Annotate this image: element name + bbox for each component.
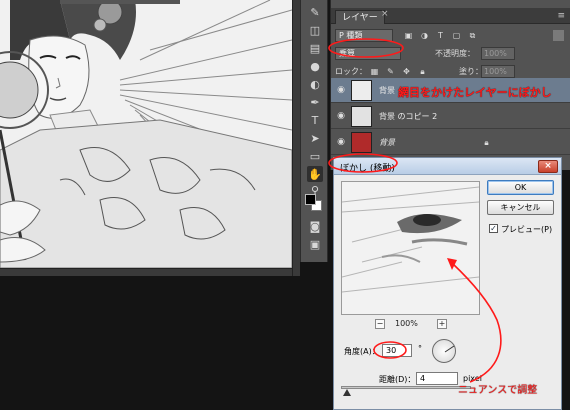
layer-row-2[interactable]: ◉ 背景 のコピー 2 bbox=[331, 104, 570, 129]
visibility-eye-icon[interactable]: ◉ bbox=[335, 84, 347, 96]
layer-name: 背景 bbox=[379, 138, 395, 147]
fill-label: 塗り： bbox=[459, 67, 483, 76]
foreground-color-swatch[interactable] bbox=[305, 194, 316, 205]
sketch-artwork bbox=[0, 0, 292, 268]
opacity-label: 不透明度： bbox=[435, 49, 475, 58]
tab-layers-label: レイヤー bbox=[342, 13, 378, 23]
layer-name: 背景 bbox=[379, 86, 395, 95]
layer-thumbnail bbox=[351, 106, 372, 127]
layer-thumbnail bbox=[351, 132, 372, 153]
zoom-in-button[interactable]: + bbox=[437, 319, 447, 329]
document-canvas[interactable] bbox=[0, 0, 292, 268]
fill-input[interactable]: 100% bbox=[481, 65, 515, 78]
angle-label: 角度(A)： bbox=[344, 347, 380, 356]
tab-close-icon[interactable]: × bbox=[381, 9, 389, 19]
layer-row-3[interactable]: ◉ 背景 🔒︎ bbox=[331, 130, 570, 155]
hand-icon[interactable]: ✋ bbox=[307, 166, 323, 182]
eraser-icon[interactable]: ◫ bbox=[307, 22, 323, 38]
motion-blur-dialog: ぼかし (移動) × − 100% + OK キャンセル ✓ プレビュー(P) … bbox=[333, 157, 562, 410]
filter-kind-select[interactable]: P 種類 bbox=[335, 29, 393, 42]
visibility-eye-icon[interactable]: ◉ bbox=[335, 136, 347, 148]
type-icon[interactable]: T bbox=[307, 112, 323, 128]
opacity-input[interactable]: 100% bbox=[481, 47, 515, 60]
quick-mask-icon[interactable]: ◙ bbox=[307, 218, 323, 234]
layer-name: 背景 のコピー 2 bbox=[379, 112, 438, 121]
gradient-icon[interactable]: ▤ bbox=[307, 40, 323, 56]
distance-input[interactable]: 4 bbox=[416, 372, 458, 385]
blend-mode-select[interactable]: 乗算 bbox=[335, 47, 401, 60]
path-select-icon[interactable]: ➤ bbox=[307, 130, 323, 146]
history-brush-icon[interactable]: ✎ bbox=[307, 4, 323, 20]
shape-filter-icon[interactable]: ▢ bbox=[451, 30, 462, 41]
lock-position-icon[interactable]: ✥ bbox=[401, 66, 412, 77]
angle-dial[interactable] bbox=[432, 339, 456, 363]
angle-input[interactable]: 30 bbox=[382, 344, 412, 357]
nuance-note-annotation: ニュアンスで調整 bbox=[458, 385, 538, 396]
distance-slider[interactable] bbox=[341, 386, 471, 389]
blur-preview[interactable] bbox=[341, 181, 480, 315]
dialog-title-bar[interactable]: ぼかし (移動) × bbox=[334, 158, 561, 175]
lock-transparent-icon[interactable]: ▦ bbox=[369, 66, 380, 77]
panel-tab-bar: レイヤー × ≡ bbox=[331, 8, 570, 24]
adjustment-filter-icon[interactable]: ◑ bbox=[419, 30, 430, 41]
lock-image-icon[interactable]: ✎ bbox=[385, 66, 396, 77]
screen-mode-icon[interactable]: ▣ bbox=[307, 236, 323, 252]
preview-checkbox[interactable]: ✓ bbox=[489, 224, 498, 233]
dialog-title: ぼかし (移動) bbox=[340, 164, 395, 174]
pen-icon[interactable]: ✒ bbox=[307, 94, 323, 110]
zoom-out-button[interactable]: − bbox=[375, 319, 385, 329]
layer-thumbnail bbox=[351, 80, 372, 101]
layer-lock-icon: 🔒︎ bbox=[484, 138, 489, 147]
zoom-level: 100% bbox=[395, 319, 418, 328]
visibility-eye-icon[interactable]: ◉ bbox=[335, 110, 347, 122]
blur-drop-icon[interactable]: ● bbox=[307, 58, 323, 74]
horizontal-scrollbar[interactable] bbox=[0, 268, 292, 276]
smart-object-filter-icon[interactable]: ⧉ bbox=[467, 30, 478, 41]
cancel-button[interactable]: キャンセル bbox=[487, 200, 554, 215]
vertical-scrollbar[interactable] bbox=[292, 0, 300, 276]
distance-label: 距離(D)： bbox=[379, 375, 416, 384]
tab-layers[interactable]: レイヤー bbox=[335, 10, 385, 24]
image-filter-icon[interactable]: ▣ bbox=[403, 30, 414, 41]
preview-checkbox-label: プレビュー(P) bbox=[501, 225, 553, 234]
filter-toggle-icon[interactable] bbox=[553, 30, 564, 41]
ok-button[interactable]: OK bbox=[487, 180, 554, 195]
lock-label: ロック： bbox=[335, 67, 367, 76]
type-filter-icon[interactable]: T bbox=[435, 30, 446, 41]
preview-image bbox=[342, 182, 479, 314]
blend-opacity-row: 乗算 不透明度： 100% bbox=[331, 44, 570, 64]
distance-slider-thumb[interactable] bbox=[343, 389, 351, 396]
panel-menu-icon[interactable]: ≡ bbox=[557, 11, 565, 21]
close-icon[interactable]: × bbox=[538, 160, 558, 173]
layer-note-annotation: 網目をかけたレイヤーにぼかし bbox=[398, 86, 552, 99]
dodge-icon[interactable]: ◐ bbox=[307, 76, 323, 92]
tools-panel: ✎ ◫ ▤ ● ◐ ✒ T ➤ ▭ ✋ ⚲ ◙ ▣ bbox=[300, 0, 328, 262]
layer-filter-row: P 種類 ▣ ◑ T ▢ ⧉ bbox=[331, 26, 570, 46]
angle-unit: ° bbox=[418, 344, 422, 353]
rectangle-shape-icon[interactable]: ▭ bbox=[307, 148, 323, 164]
preview-zoom-row: − 100% + bbox=[341, 319, 480, 331]
canvas-title-strip bbox=[60, 0, 180, 4]
lock-all-icon[interactable]: 🔒︎ bbox=[417, 66, 428, 77]
